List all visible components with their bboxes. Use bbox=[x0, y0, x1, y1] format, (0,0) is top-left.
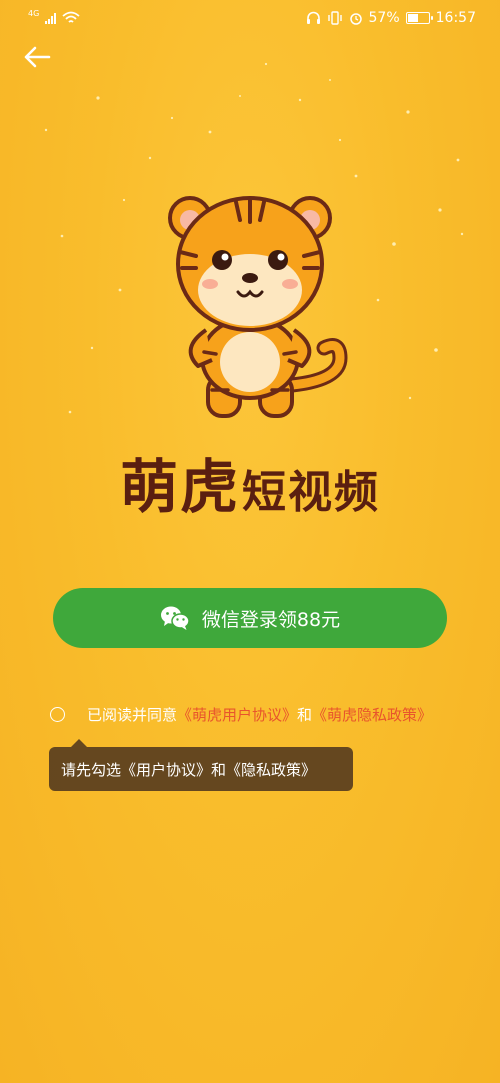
wechat-icon bbox=[160, 606, 190, 630]
agreement-row: 已阅读并同意 《萌虎用户协议》 和 《萌虎隐私政策》 bbox=[50, 702, 490, 726]
alarm-icon bbox=[349, 13, 362, 25]
arrow-left-icon bbox=[24, 46, 51, 68]
signal-icon bbox=[45, 12, 57, 24]
agreement-checkbox[interactable] bbox=[50, 706, 65, 722]
tiger-mascot-logo bbox=[168, 196, 348, 418]
clock: 16:57 bbox=[435, 10, 476, 26]
wifi-icon bbox=[62, 11, 80, 23]
status-left: 4G bbox=[28, 8, 80, 25]
user-agreement-link[interactable]: 《萌虎用户协议》 bbox=[177, 704, 297, 725]
app-title-main: 萌虎 bbox=[119, 453, 240, 521]
tooltip-text: 请先勾选《用户协议》和《隐私政策》 bbox=[61, 760, 317, 779]
agreement-tooltip: 请先勾选《用户协议》和《隐私政策》 bbox=[49, 739, 353, 791]
wechat-login-label: 微信登录领88元 bbox=[201, 608, 341, 631]
app-title: 萌虎 短视频 bbox=[0, 440, 500, 524]
headphones-icon bbox=[306, 11, 320, 24]
back-button[interactable] bbox=[20, 42, 54, 72]
battery-percent: 57% bbox=[368, 10, 400, 26]
wechat-login-button[interactable]: 微信登录领88元 bbox=[53, 588, 447, 648]
app-title-sub: 短视频 bbox=[242, 467, 380, 518]
status-right: 57% 16:57 bbox=[306, 10, 476, 26]
battery-icon bbox=[405, 12, 433, 24]
network-type: 4G bbox=[28, 8, 40, 18]
vibrate-icon bbox=[327, 11, 342, 25]
status-bar: 4G 57% 16:57 bbox=[0, 0, 500, 36]
agreement-prefix: 已阅读并同意 bbox=[87, 705, 178, 724]
agreement-connector: 和 bbox=[297, 705, 313, 724]
privacy-policy-link[interactable]: 《萌虎隐私政策》 bbox=[312, 704, 432, 725]
